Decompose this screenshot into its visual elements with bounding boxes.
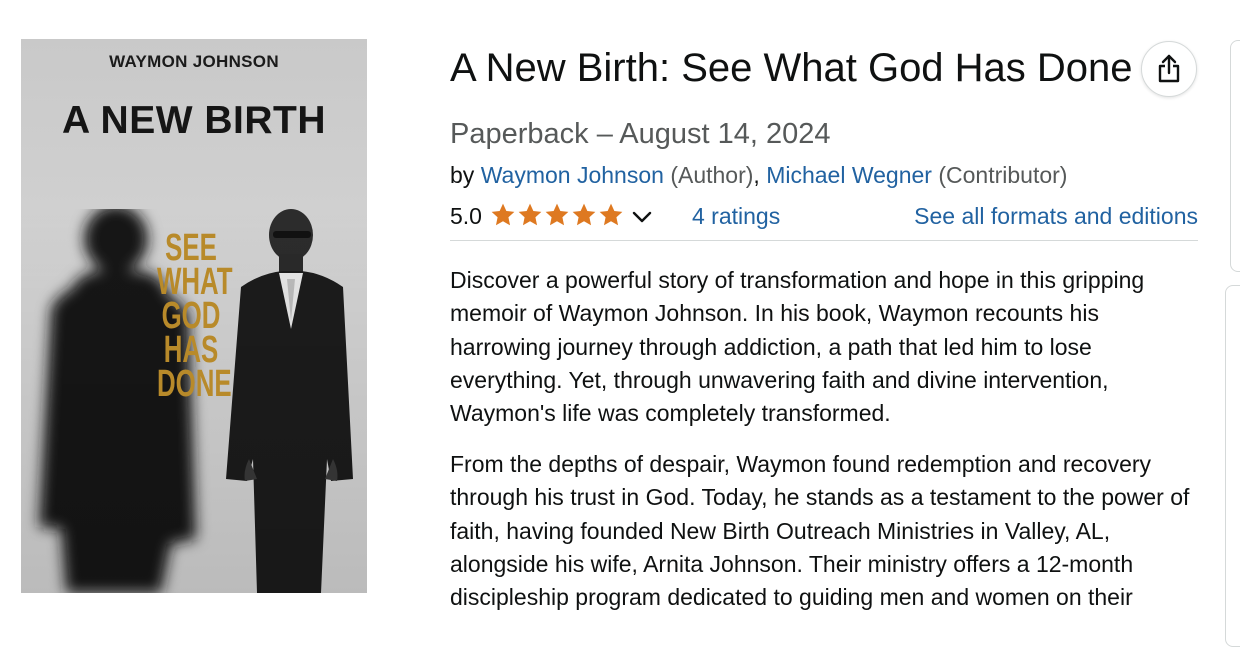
cover-subtitle-line: WHAT [157, 261, 233, 303]
description-paragraph: From the depths of despair, Waymon found… [450, 451, 1190, 611]
side-panel [1225, 285, 1240, 647]
divider [450, 240, 1198, 241]
contributor-link[interactable]: Michael Wegner [766, 162, 932, 188]
contributor-role: (Contributor) [938, 162, 1068, 188]
star-icon [491, 203, 515, 226]
product-title: A New Birth: See What God Has Done [450, 46, 1133, 90]
book-cover-image[interactable]: WAYMON JOHNSON A NEW BIRTH SEE WHAT GOD … [21, 39, 367, 593]
buy-box-panel [1230, 40, 1240, 272]
star-icon [572, 203, 596, 226]
byline-separator: , [753, 162, 767, 188]
star-rating[interactable] [490, 202, 624, 228]
byline: by Waymon Johnson (Author), Michael Wegn… [450, 162, 1067, 189]
see-all-formats-link[interactable]: See all formats and editions [914, 203, 1198, 230]
star-icon [599, 203, 623, 226]
chevron-down-icon[interactable] [630, 205, 654, 234]
author-role: (Author) [670, 162, 754, 188]
cover-author: WAYMON JOHNSON [109, 52, 279, 71]
cover-subtitle-line: DONE [157, 363, 232, 405]
rating-value: 5.0 [450, 203, 482, 229]
edition-and-date: Paperback – August 14, 2024 [450, 118, 831, 150]
share-icon [1158, 54, 1180, 83]
star-icon [545, 203, 569, 226]
author-link[interactable]: Waymon Johnson [481, 162, 664, 188]
byline-prefix: by [450, 162, 475, 188]
cover-subtitle-line: GOD [161, 295, 221, 337]
cover-subtitle-line: HAS [163, 329, 219, 371]
description-paragraph: Discover a powerful story of transformat… [450, 267, 1145, 427]
cover-title: A NEW BIRTH [61, 99, 327, 142]
star-icon [518, 203, 542, 226]
share-button[interactable] [1141, 41, 1197, 97]
ratings-count-link[interactable]: 4 ratings [692, 203, 780, 230]
cover-subtitle-line: SEE [165, 227, 217, 269]
rating-row: 5.0 4 ratings See all formats and editio… [450, 200, 1198, 234]
